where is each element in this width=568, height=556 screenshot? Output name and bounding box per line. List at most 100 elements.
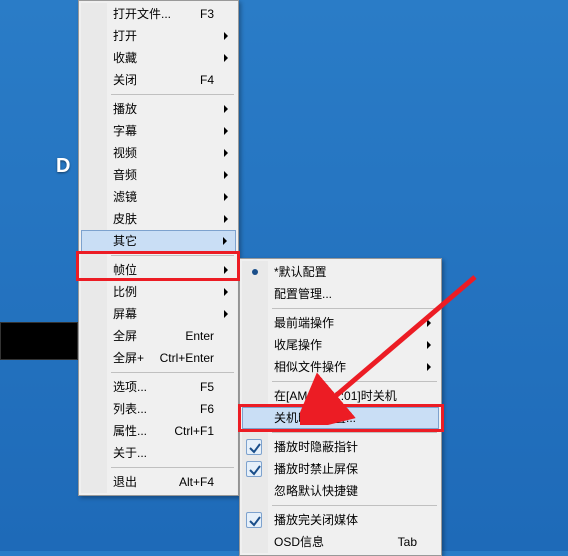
menu-item-label: 在[AM 04:01:01]时关机: [274, 389, 397, 403]
submenu-arrow-icon: [224, 215, 228, 223]
menu-item-label: 滤镜: [113, 190, 137, 204]
menu-item-skin[interactable]: 皮肤: [81, 208, 236, 230]
menu-item-label: 相似文件操作: [274, 360, 346, 374]
menu-item-label: OSD信息: [274, 535, 324, 549]
menu-shortcut: Ctrl+F1: [174, 420, 214, 442]
menu-item-hide-pointer[interactable]: 播放时隐蔽指针: [242, 436, 439, 458]
menu-item-tail-op[interactable]: 收尾操作: [242, 334, 439, 356]
menu-item-label: 皮肤: [113, 212, 137, 226]
menu-item-audio[interactable]: 音频: [81, 164, 236, 186]
submenu-arrow-icon: [224, 266, 228, 274]
submenu-arrow-icon: [224, 171, 228, 179]
background-panel: [0, 322, 78, 360]
menu-item-label: 收尾操作: [274, 338, 322, 352]
menu-shortcut: Ctrl+Enter: [160, 347, 214, 369]
submenu-arrow-icon: [224, 127, 228, 135]
menu-item-about[interactable]: 关于...: [81, 442, 236, 464]
menu-item-label: 字幕: [113, 124, 137, 138]
menu-item-label: 帧位: [113, 263, 137, 277]
menu-item-fps[interactable]: 帧位: [81, 259, 236, 281]
menu-item-label: 打开: [113, 29, 137, 43]
menu-shortcut: F5: [200, 376, 214, 398]
menu-item-other[interactable]: 其它: [81, 230, 236, 252]
menu-item-label: 最前端操作: [274, 316, 334, 330]
menu-item-close[interactable]: 关闭 F4: [81, 69, 236, 91]
checkmark-icon: [246, 512, 262, 528]
menu-item-osd-info[interactable]: OSD信息 Tab: [242, 531, 439, 553]
menu-item-label: 其它: [113, 234, 137, 248]
menu-item-label: 比例: [113, 285, 137, 299]
menu-item-options[interactable]: 选项... F5: [81, 376, 236, 398]
checkmark-icon: [246, 439, 262, 455]
context-submenu-other: *默认配置 配置管理... 最前端操作 收尾操作 相似文件操作 在[AM 04:…: [239, 258, 442, 556]
menu-shortcut: F6: [200, 398, 214, 420]
menu-item-open-file[interactable]: 打开文件... F3: [81, 3, 236, 25]
menu-item-front-op[interactable]: 最前端操作: [242, 312, 439, 334]
menu-item-no-screensaver[interactable]: 播放时禁止屏保: [242, 458, 439, 480]
submenu-arrow-icon: [427, 363, 431, 371]
menu-item-label: *默认配置: [274, 265, 327, 279]
menu-item-label: 忽略默认快捷键: [274, 484, 358, 498]
menu-item-label: 关于...: [113, 446, 147, 460]
menu-item-list[interactable]: 列表... F6: [81, 398, 236, 420]
submenu-arrow-icon: [224, 149, 228, 157]
menu-item-label: 退出: [113, 475, 137, 489]
submenu-arrow-icon: [224, 288, 228, 296]
submenu-arrow-icon: [427, 341, 431, 349]
menu-item-fullscreen-plus[interactable]: 全屏+ Ctrl+Enter: [81, 347, 236, 369]
menu-separator: [272, 502, 437, 509]
menu-item-label: 全屏: [113, 329, 137, 343]
menu-item-config-manage[interactable]: 配置管理...: [242, 283, 439, 305]
menu-shortcut: Alt+F4: [179, 471, 214, 493]
checkmark-icon: [246, 461, 262, 477]
menu-item-label: 关闭: [113, 73, 137, 87]
menu-separator: [272, 378, 437, 385]
menu-separator: [111, 369, 234, 376]
menu-item-label: 视频: [113, 146, 137, 160]
menu-item-ignore-shortcut[interactable]: 忽略默认快捷键: [242, 480, 439, 502]
submenu-arrow-icon: [224, 105, 228, 113]
menu-item-label: 播放: [113, 102, 137, 116]
context-menu-main: 打开文件... F3 打开 收藏 关闭 F4 播放 字幕 视频 音频 滤镜 皮肤…: [78, 0, 239, 496]
menu-item-shutdown-setting[interactable]: 关机时间设置...: [242, 407, 439, 429]
menu-item-label: 打开文件...: [113, 7, 171, 21]
menu-item-open[interactable]: 打开: [81, 25, 236, 47]
menu-item-fullscreen[interactable]: 全屏 Enter: [81, 325, 236, 347]
menu-item-favorites[interactable]: 收藏: [81, 47, 236, 69]
menu-item-label: 选项...: [113, 380, 147, 394]
submenu-arrow-icon: [223, 237, 227, 245]
menu-item-label: 列表...: [113, 402, 147, 416]
menu-separator: [111, 464, 234, 471]
submenu-arrow-icon: [427, 319, 431, 327]
menu-item-video[interactable]: 视频: [81, 142, 236, 164]
submenu-arrow-icon: [224, 310, 228, 318]
menu-item-filter[interactable]: 滤镜: [81, 186, 236, 208]
menu-item-label: 属性...: [113, 424, 147, 438]
menu-item-properties[interactable]: 属性... Ctrl+F1: [81, 420, 236, 442]
menu-shortcut: Tab: [398, 531, 417, 553]
menu-item-similar-file[interactable]: 相似文件操作: [242, 356, 439, 378]
radio-selected-icon: [252, 269, 258, 275]
menu-item-play[interactable]: 播放: [81, 98, 236, 120]
menu-item-label: 播放完关闭媒体: [274, 513, 358, 527]
menu-item-label: 关机时间设置...: [274, 411, 356, 425]
menu-separator: [111, 252, 234, 259]
menu-item-label: 配置管理...: [274, 287, 332, 301]
menu-shortcut: F3: [200, 3, 214, 25]
menu-item-subtitle[interactable]: 字幕: [81, 120, 236, 142]
submenu-arrow-icon: [224, 193, 228, 201]
menu-item-exit[interactable]: 退出 Alt+F4: [81, 471, 236, 493]
menu-item-default-config[interactable]: *默认配置: [242, 261, 439, 283]
menu-item-label: 屏幕: [113, 307, 137, 321]
menu-item-label: 播放时隐蔽指针: [274, 440, 358, 454]
submenu-arrow-icon: [224, 32, 228, 40]
menu-separator: [272, 429, 437, 436]
menu-item-label: 音频: [113, 168, 137, 182]
menu-item-screen[interactable]: 屏幕: [81, 303, 236, 325]
menu-item-ratio[interactable]: 比例: [81, 281, 236, 303]
menu-item-shutdown-at[interactable]: 在[AM 04:01:01]时关机: [242, 385, 439, 407]
menu-shortcut: F4: [200, 69, 214, 91]
menu-item-label: 全屏+: [113, 351, 144, 365]
menu-item-close-media[interactable]: 播放完关闭媒体: [242, 509, 439, 531]
menu-shortcut: Enter: [185, 325, 214, 347]
